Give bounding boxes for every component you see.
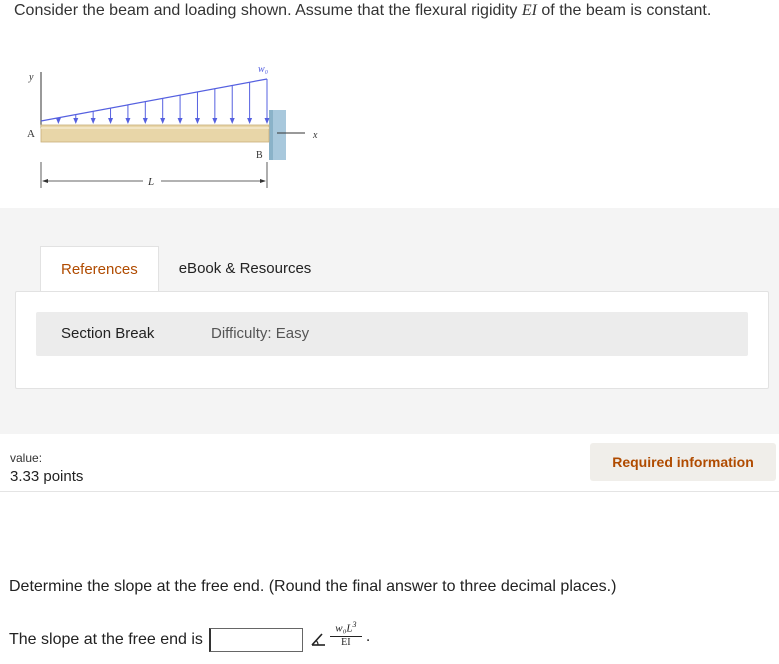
unit-exponent: 3	[352, 620, 357, 629]
load-arrow-head	[177, 118, 183, 124]
angle-icon	[311, 633, 325, 646]
load-arrow-head	[73, 118, 79, 124]
dimension-arrowhead-right	[260, 179, 266, 183]
answer-prompt: The slope at the free end is	[9, 631, 203, 648]
load-arrow-head	[142, 118, 148, 124]
length-label: L	[147, 176, 154, 188]
load-arrow-head	[160, 118, 166, 124]
answer-row: The slope at the free end is w₀L3 EI .	[9, 620, 378, 654]
load-envelope	[40, 78, 268, 122]
question-text: Determine the slope at the free end. (Ro…	[9, 578, 617, 595]
required-information-button[interactable]: Required information	[590, 443, 776, 481]
tab-ebook-resources[interactable]: eBook & Resources	[159, 246, 332, 292]
load-arrow-head	[229, 118, 235, 124]
points-value: 3.33 points	[10, 468, 84, 485]
problem-intro: Consider the beam and loading shown. Ass…	[14, 2, 522, 19]
difficulty-label: Difficulty: Easy	[211, 325, 310, 342]
distributed-load-arrows	[55, 79, 270, 124]
unit-period: .	[365, 628, 371, 645]
load-arrow-head	[90, 118, 96, 124]
load-arrow-head	[247, 118, 253, 124]
point-a-label: A	[27, 128, 35, 140]
unit-denominator: EI	[341, 636, 351, 648]
section-break-label: Section Break	[61, 325, 155, 342]
load-arrow-head	[194, 118, 200, 124]
dimension-arrowhead-left	[42, 179, 48, 183]
slope-answer-input[interactable]	[208, 628, 303, 652]
point-b-label: B	[256, 150, 263, 161]
unit-expression: w₀L3 EI .	[308, 620, 378, 654]
load-intensity-label: w₀	[258, 64, 269, 75]
load-arrow-head	[108, 118, 114, 124]
unit-numerator: w₀L3	[329, 619, 362, 637]
references-panel: Section Break Difficulty: Easy	[15, 291, 769, 389]
flexural-rigidity-symbol: EI	[521, 2, 537, 19]
unit-fraction: w₀L3 EI	[329, 619, 362, 649]
fixed-wall-edge	[269, 110, 273, 160]
load-arrow-head	[212, 118, 218, 124]
problem-statement: Consider the beam and loading shown. Ass…	[14, 2, 711, 20]
value-label: value:	[10, 451, 43, 465]
load-arrow-head	[125, 118, 131, 124]
reference-tabs: References eBook & Resources	[40, 246, 332, 293]
tab-references[interactable]: References	[40, 246, 159, 293]
divider	[0, 491, 779, 492]
x-axis-label: x	[312, 130, 318, 141]
beam-diagram: y A x B w₀ L	[27, 64, 318, 188]
unit-numerator-text: w₀L	[335, 622, 353, 635]
section-break-bar: Section Break Difficulty: Easy	[36, 312, 748, 356]
y-axis-label: y	[28, 72, 34, 83]
beam-figure: y A x B w₀ L	[15, 42, 334, 206]
load-arrow-head	[55, 118, 61, 124]
load-arrow-head	[264, 118, 270, 124]
problem-intro-end: of the beam is constant.	[536, 2, 712, 19]
